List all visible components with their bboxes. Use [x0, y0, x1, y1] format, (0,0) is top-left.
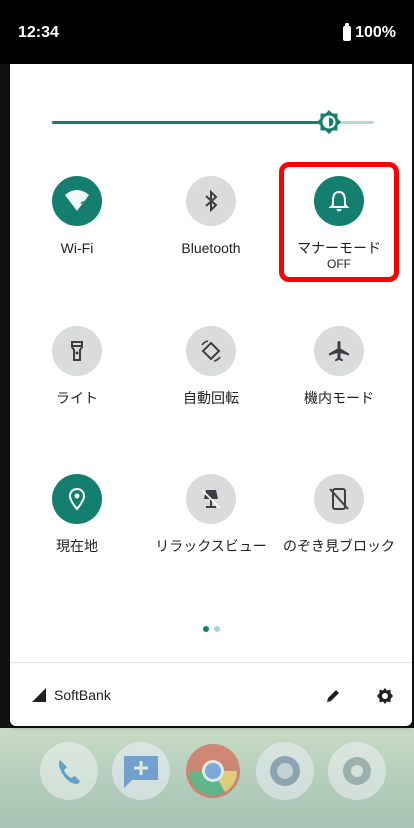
tile-label: のぞき見ブロック [283, 538, 395, 554]
highlight-frame [279, 162, 399, 282]
brightness-slider[interactable] [52, 110, 374, 134]
airplane-mode-toggle[interactable] [314, 326, 364, 376]
panel-footer: SoftBank [10, 662, 412, 727]
airplane-icon [329, 341, 349, 362]
tile-label: Wi-Fi [60, 240, 94, 256]
bluetooth-toggle[interactable] [186, 176, 236, 226]
auto-rotate-toggle[interactable] [186, 326, 236, 376]
settings-app-icon [328, 742, 386, 800]
home-dock [0, 738, 414, 808]
relax-view-icon [201, 489, 221, 509]
tile-airplane-mode[interactable]: 機内モード [279, 326, 399, 407]
peek-block-toggle[interactable] [314, 474, 364, 524]
svg-text:?: ? [80, 200, 87, 212]
phone-app-icon [40, 742, 98, 800]
status-bar: 12:34 100% [0, 0, 414, 64]
edit-button[interactable] [320, 683, 346, 709]
wifi-toggle[interactable]: ? [52, 176, 102, 226]
tile-auto-rotate[interactable]: 自動回転 [151, 326, 271, 407]
location-toggle[interactable] [52, 474, 102, 524]
brightness-thumb[interactable] [316, 109, 342, 135]
tile-peek-block[interactable]: のぞき見ブロック [279, 474, 399, 555]
battery-indicator: 100% [343, 22, 396, 42]
battery-level: 100% [355, 24, 396, 41]
flashlight-icon [71, 341, 83, 361]
tile-wifi[interactable]: ? Wi-Fi [17, 176, 137, 257]
quick-settings-panel: ? Wi-Fi Bluetooth マナーモード OFF ライト 自動回転 機内… [10, 64, 412, 726]
tile-label: 機内モード [304, 390, 374, 406]
tile-location[interactable]: 現在地 [17, 474, 137, 555]
tile-label: リラックスビュー [155, 538, 267, 554]
tile-label: 自動回転 [183, 390, 239, 406]
tile-label: 現在地 [56, 538, 98, 554]
battery-icon [343, 22, 352, 41]
camera-app-icon [256, 742, 314, 800]
peek-block-icon [329, 488, 349, 510]
gear-icon [377, 688, 393, 704]
tile-relax-view[interactable]: リラックスビュー [151, 474, 271, 555]
location-icon [68, 487, 86, 511]
status-time: 12:34 [18, 24, 59, 41]
carrier-name: SoftBank [54, 687, 111, 703]
page-dot-active [203, 626, 209, 632]
messages-app-icon [112, 742, 170, 800]
relax-view-toggle[interactable] [186, 474, 236, 524]
page-indicator [203, 626, 220, 632]
chrome-app-icon [184, 742, 242, 800]
bluetooth-icon [205, 190, 218, 212]
page-dot [214, 626, 220, 632]
brightness-icon [316, 110, 341, 134]
signal-icon [32, 688, 46, 702]
tile-bluetooth[interactable]: Bluetooth [151, 176, 271, 257]
tile-label: Bluetooth [181, 240, 241, 256]
tile-flashlight[interactable]: ライト [17, 326, 137, 407]
tile-label: ライト [56, 390, 98, 406]
wifi-icon: ? [65, 190, 89, 212]
pencil-icon [327, 690, 339, 702]
auto-rotate-icon [201, 340, 221, 362]
brightness-fill [52, 121, 329, 124]
flashlight-toggle[interactable] [52, 326, 102, 376]
settings-button[interactable] [372, 683, 398, 709]
carrier-info: SoftBank [32, 687, 111, 703]
